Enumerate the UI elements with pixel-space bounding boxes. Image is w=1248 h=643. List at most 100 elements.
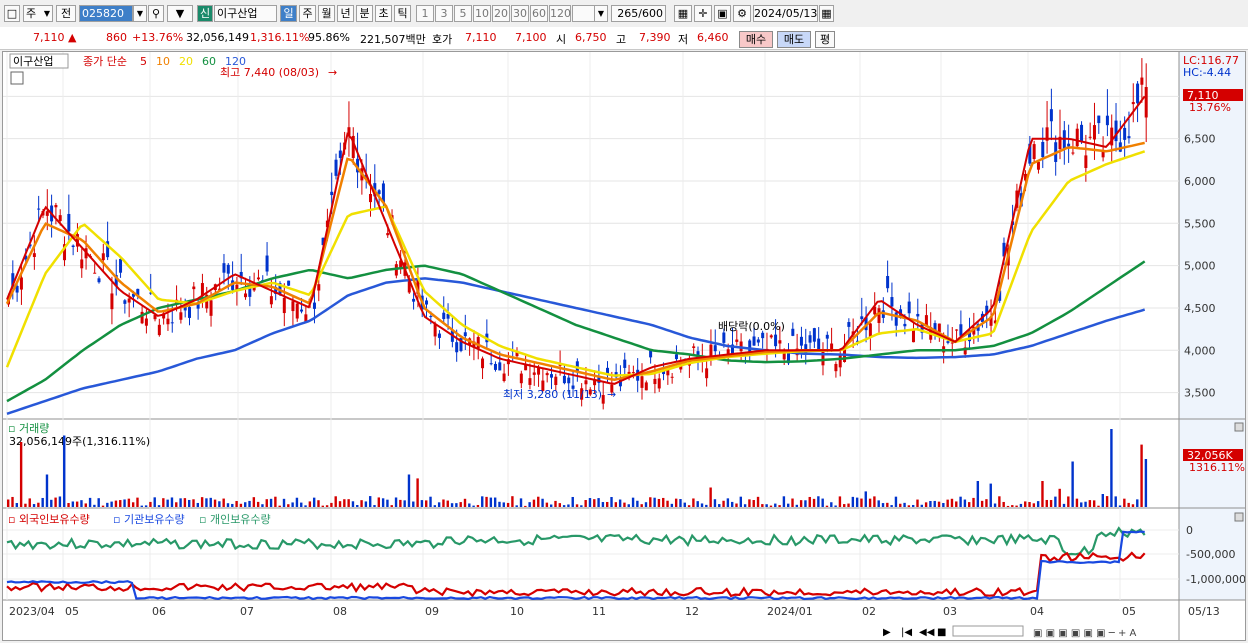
volume-bar [597, 498, 600, 507]
period-button-1[interactable]: 주 [299, 5, 316, 22]
period-button-2[interactable]: 월 [318, 5, 335, 22]
interval-button-120[interactable]: 120 [549, 5, 571, 22]
volume-bar [873, 496, 876, 507]
volume-bar [968, 502, 971, 507]
save-icon[interactable]: ▣ [714, 5, 731, 22]
volume-bar [549, 504, 553, 507]
candle-body [412, 298, 416, 302]
candle-body [1088, 136, 1092, 138]
credit-badge: 신 [197, 5, 213, 22]
interval-button-30[interactable]: 30 [511, 5, 529, 22]
candle-body [192, 286, 196, 290]
volume-bar [170, 497, 174, 507]
volume-bar [511, 496, 514, 507]
volume-bar [610, 497, 613, 507]
x-tick-label: 10 [510, 605, 524, 618]
period-select[interactable]: 주 ▼ [23, 5, 53, 22]
period-button-3[interactable]: 년 [337, 5, 354, 22]
count-input[interactable]: 265/600 [611, 5, 666, 22]
volume-bar [1071, 461, 1074, 507]
volume-bar [114, 500, 118, 507]
volume-bar [54, 497, 57, 507]
settings-gear-icon[interactable]: ⚙ [733, 5, 751, 22]
volume-bar [416, 478, 419, 507]
candle-body [166, 318, 170, 325]
volume-bar [937, 501, 941, 507]
up-arrow-icon: ▲ [68, 31, 77, 44]
volume-bar [450, 503, 454, 507]
volume-bar [537, 496, 540, 507]
volume-bar [84, 503, 87, 507]
candle-body [657, 378, 661, 389]
candle-body [368, 193, 372, 203]
candle-body [330, 191, 334, 196]
volume-bar [1032, 503, 1036, 507]
volume-bar [916, 499, 919, 507]
sell-button[interactable]: 매도 [777, 31, 811, 48]
candle-body [119, 258, 123, 273]
period-button-4[interactable]: 분 [356, 5, 373, 22]
volume-bar [200, 497, 204, 507]
prev-button[interactable]: 전 [56, 5, 76, 22]
calendar-icon[interactable]: ▦ [819, 5, 834, 22]
volume-bar [1114, 496, 1117, 507]
interval-button-20[interactable]: 20 [492, 5, 510, 22]
holding-y-tick: -1,000,000 [1186, 573, 1245, 586]
volume-bar [489, 497, 493, 507]
ma-legend-60: 60 [202, 55, 216, 68]
code-dropdown-button[interactable]: ▼ [133, 5, 147, 22]
interval-button-1[interactable]: 1 [416, 5, 434, 22]
volume-bar [446, 500, 449, 507]
search-icon[interactable]: ⚲ [148, 5, 164, 22]
volume-bar [455, 503, 458, 507]
candle-body [1032, 144, 1036, 159]
volume-bar [506, 502, 510, 507]
volume-bar [127, 498, 131, 507]
volume-bar [1118, 505, 1122, 507]
date-input[interactable]: 2024/05/13 [753, 5, 818, 22]
interval-button-60[interactable]: 60 [530, 5, 548, 22]
candle-body [825, 334, 829, 339]
volume-bar [683, 502, 686, 507]
volume-bar [463, 498, 467, 507]
candle-body [868, 323, 872, 338]
volume-bar [558, 503, 562, 507]
tools-icon[interactable]: ▦ [674, 5, 692, 22]
chart-type-icon[interactable]: □ [4, 5, 20, 22]
eval-button[interactable]: 평 [815, 31, 835, 48]
candle-body [946, 341, 950, 343]
interval-button-10[interactable]: 10 [473, 5, 491, 22]
candle-body [1084, 155, 1088, 168]
candle-body [631, 372, 635, 374]
speaker-icon[interactable]: ▼ [167, 5, 193, 22]
chart-area[interactable]: 7,0006,5006,0005,5005,0004,5004,0003,500… [2, 51, 1246, 641]
volume-bar [636, 500, 639, 507]
volume-bar [356, 504, 359, 507]
period-button-5[interactable]: 초 [375, 5, 392, 22]
interval-button-3[interactable]: 3 [435, 5, 453, 22]
interval-dropdown-button[interactable]: ▼ [594, 5, 608, 22]
volume-bar [743, 504, 747, 507]
volume-bar [1058, 488, 1061, 507]
volume-bar [187, 499, 191, 507]
candle-body [300, 309, 304, 312]
scroll-control-0: ▶ [883, 627, 891, 638]
crosshair-icon[interactable]: ✛ [694, 5, 712, 22]
candle-body [748, 340, 752, 353]
stock-name-field[interactable]: 이구산업 [214, 5, 277, 22]
candle-body [425, 300, 429, 305]
stock-code-input[interactable]: 025820 [79, 5, 133, 22]
volume-bar [847, 503, 850, 507]
buy-button[interactable]: 매수 [739, 31, 773, 48]
x-tick-label: 09 [425, 605, 439, 618]
volume-bar [403, 500, 406, 507]
period-button-6[interactable]: 틱 [394, 5, 411, 22]
candle-body [791, 328, 795, 336]
candle-body [722, 332, 726, 343]
stock-chart-svg[interactable]: 7,0006,5006,0005,5005,0004,5004,0003,500… [3, 52, 1245, 640]
candle-body [838, 354, 842, 368]
interval-button-5[interactable]: 5 [454, 5, 472, 22]
period-button-0[interactable]: 일 [280, 5, 297, 22]
x-tick-label: 11 [592, 605, 606, 618]
x-tick-label: 04 [1030, 605, 1044, 618]
